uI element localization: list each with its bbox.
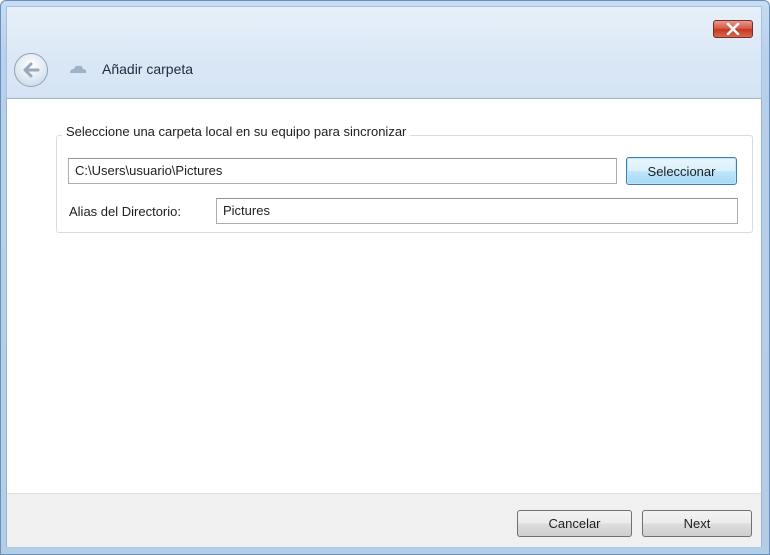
cloud-icon: [70, 65, 87, 73]
next-button[interactable]: Next: [642, 510, 752, 537]
back-arrow-icon: [23, 62, 40, 78]
groupbox-legend: Seleccione una carpeta local en su equip…: [62, 124, 411, 139]
close-icon: [726, 23, 740, 35]
wizard-header: [6, 6, 762, 98]
alias-label: Alias del Directorio:: [69, 204, 181, 219]
wizard-title: Añadir carpeta: [102, 61, 194, 77]
back-button[interactable]: [14, 53, 48, 87]
close-button[interactable]: [713, 20, 753, 38]
alias-input[interactable]: Pictures: [216, 198, 738, 224]
cancel-button[interactable]: Cancelar: [517, 510, 632, 537]
folder-path-input[interactable]: C:\Users\usuario\Pictures: [68, 158, 617, 184]
select-folder-button[interactable]: Seleccionar: [626, 157, 737, 185]
